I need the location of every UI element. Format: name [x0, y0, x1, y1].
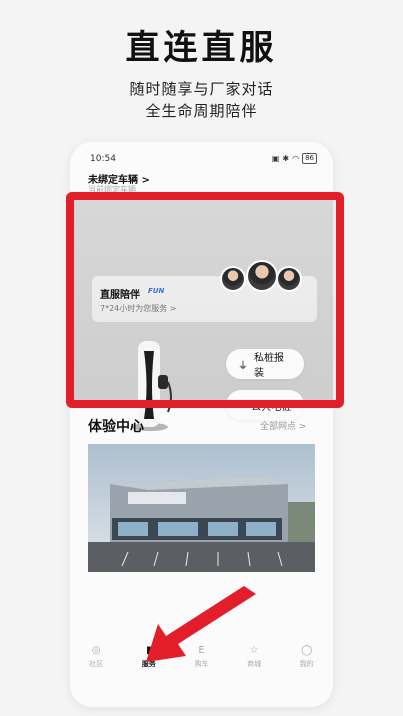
- profile-icon: ◯: [301, 644, 313, 656]
- experience-center-image[interactable]: [88, 444, 315, 572]
- tab-community[interactable]: ◎ 社区: [72, 643, 120, 669]
- pointer-arrow-icon: [146, 586, 256, 662]
- status-time: 10:54: [90, 154, 116, 164]
- promo-subline-1: 随时随享与厂家对话: [129, 80, 274, 98]
- promo-headline: 直连直服: [125, 28, 278, 68]
- experience-center-title: 体验中心: [88, 419, 144, 435]
- vibrate-icon: ▣: [271, 154, 280, 163]
- status-icons: ▣ ✱ ◠ 86: [272, 153, 317, 164]
- tab-profile[interactable]: ◯ 我的: [283, 643, 331, 669]
- compass-icon: ◎: [91, 644, 101, 656]
- bluetooth-icon: ✱: [282, 154, 290, 163]
- highlight-frame: [66, 192, 344, 408]
- all-outlets-link[interactable]: 全部网点 >: [260, 419, 306, 432]
- wifi-icon: ◠: [292, 154, 300, 163]
- battery-level: 86: [302, 153, 317, 164]
- promo-subline-2: 全生命周期陪伴: [145, 102, 258, 120]
